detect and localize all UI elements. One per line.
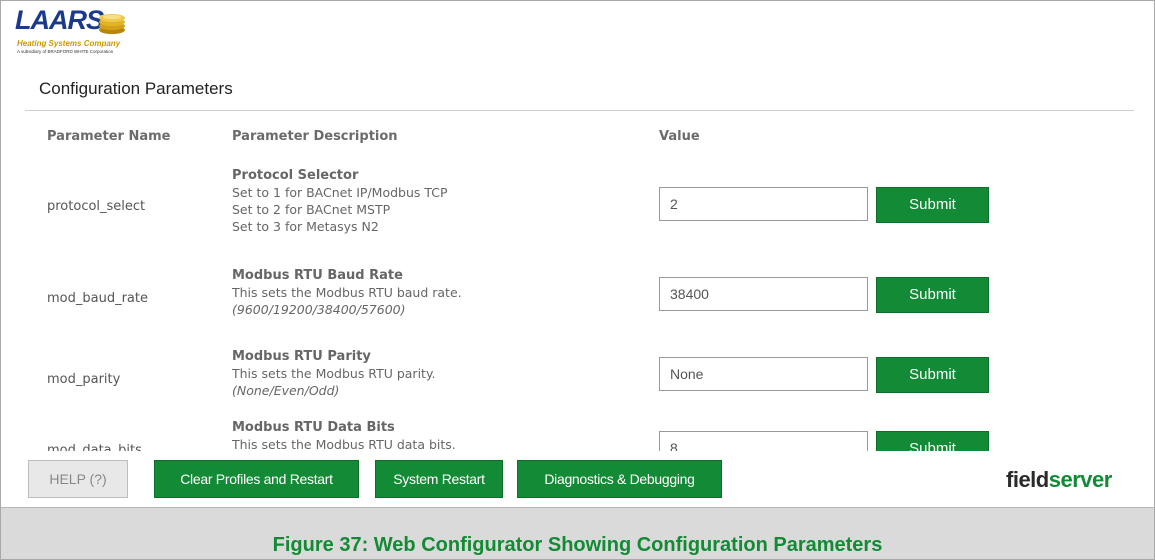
parameter-name: mod_parity: [47, 372, 121, 387]
title-divider: [25, 110, 1134, 111]
description-note: (9600/19200/38400/57600): [232, 302, 406, 317]
description-line: This sets the Modbus RTU parity.: [232, 366, 436, 381]
description-line: Set to 3 for Metasys N2: [232, 219, 379, 234]
brand-part-server: server: [1048, 467, 1113, 492]
logo-wordmark: LAARS: [15, 5, 104, 35]
brand-part-field: field: [1006, 467, 1049, 492]
submit-button[interactable]: Submit: [876, 431, 989, 451]
figure-caption: Figure 37: Web Configurator Showing Conf…: [272, 534, 883, 556]
submit-button[interactable]: Submit: [876, 357, 989, 393]
bottom-toolbar: HELP (?) Clear Profiles and Restart Syst…: [1, 451, 1154, 507]
description-title: Modbus RTU Parity: [232, 349, 371, 364]
parameter-description: Modbus RTU Baud Rate This sets the Modbu…: [232, 267, 462, 318]
description-line: Set to 1 for BACnet IP/Modbus TCP: [232, 185, 448, 200]
parameter-name: mod_baud_rate: [47, 291, 148, 306]
parameter-description: Protocol Selector Set to 1 for BACnet IP…: [232, 167, 448, 235]
web-configurator-window: LAARS Heating Systems Company A subsidia…: [0, 0, 1155, 560]
header-parameter-name: Parameter Name: [47, 129, 171, 144]
diagnostics-debugging-button[interactable]: Diagnostics & Debugging: [517, 460, 722, 498]
description-line: Set to 2 for BACnet MSTP: [232, 202, 391, 217]
parameter-name: protocol_select: [47, 199, 146, 214]
figure-caption-bar: Figure 37: Web Configurator Showing Conf…: [1, 507, 1154, 559]
submit-button[interactable]: Submit: [876, 277, 989, 313]
laars-logo: LAARS Heating Systems Company A subsidia…: [15, 5, 165, 54]
logo-subsidiary: A subsidiary of BRADFORD WHITE Corporati…: [17, 49, 114, 54]
laars-coins-logo-icon: [99, 14, 125, 34]
logo-tagline: Heating Systems Company: [17, 39, 121, 48]
description-title: Modbus RTU Data Bits: [232, 420, 395, 435]
system-restart-button[interactable]: System Restart: [375, 460, 503, 498]
parameter-name: mod_data_bits: [47, 443, 142, 451]
value-input[interactable]: None: [659, 357, 868, 391]
fieldserver-brand: fieldserver: [1006, 467, 1112, 493]
header-parameter-description: Parameter Description: [232, 129, 398, 144]
value-input[interactable]: 8: [659, 431, 868, 451]
value-input[interactable]: 2: [659, 187, 868, 221]
description-note: (None/Even/Odd): [232, 383, 340, 398]
page-title: Configuration Parameters: [39, 79, 233, 98]
parameter-description: Modbus RTU Data Bits This sets the Modbu…: [232, 419, 456, 451]
parameter-description: Modbus RTU Parity This sets the Modbus R…: [232, 348, 436, 399]
description-line: This sets the Modbus RTU baud rate.: [232, 285, 462, 300]
parameters-table[interactable]: Parameter Name Parameter Description Val…: [1, 113, 1154, 451]
header-value: Value: [659, 129, 700, 144]
description-line: This sets the Modbus RTU data bits.: [232, 437, 456, 451]
clear-profiles-restart-button[interactable]: Clear Profiles and Restart: [154, 460, 359, 498]
description-title: Modbus RTU Baud Rate: [232, 268, 403, 283]
submit-button[interactable]: Submit: [876, 187, 989, 223]
help-button[interactable]: HELP (?): [28, 460, 128, 498]
value-input[interactable]: 38400: [659, 277, 868, 311]
description-title: Protocol Selector: [232, 168, 359, 183]
